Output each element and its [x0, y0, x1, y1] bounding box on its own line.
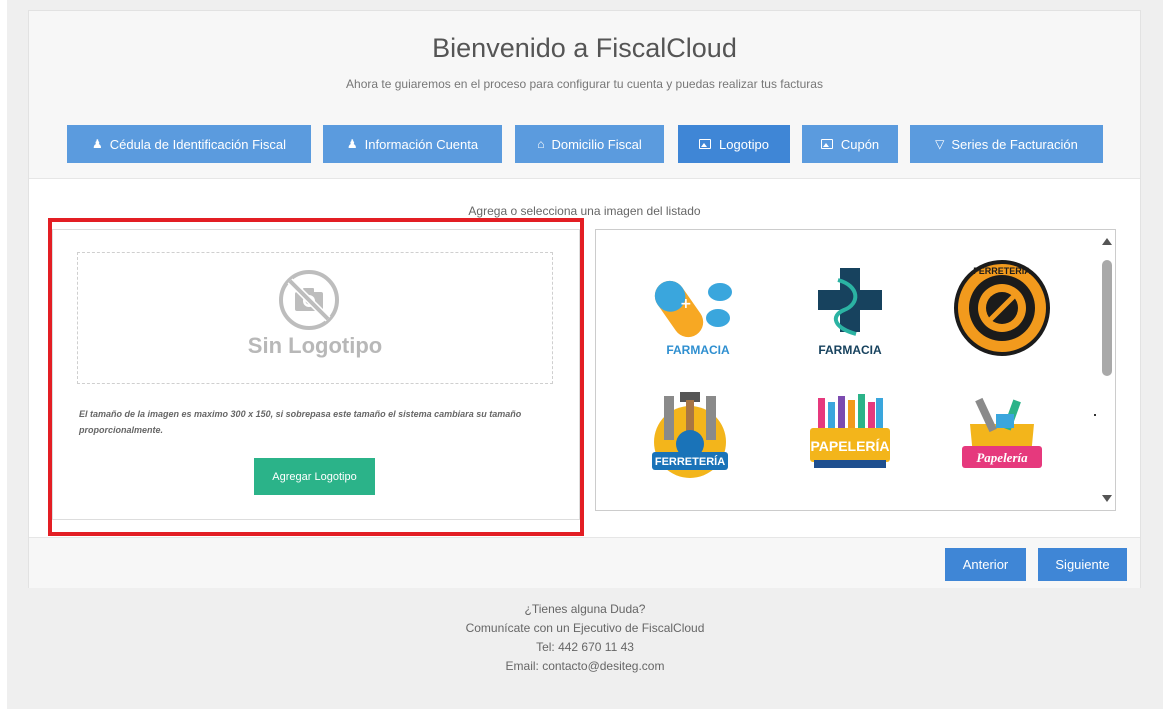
logo-option-farmacia-cross[interactable]: FARMACIA	[800, 258, 900, 358]
image-icon	[699, 139, 712, 149]
tab-logotipo[interactable]: Logotipo	[678, 125, 790, 163]
supplies-box-icon: Papelería	[962, 397, 1042, 468]
logo-option-papeleria-box[interactable]: Papelería	[952, 388, 1052, 488]
tab-label: Cédula de Identificación Fiscal	[109, 136, 287, 152]
logo-option-ferreteria-gear[interactable]: FERRETERIA	[952, 258, 1052, 358]
tab-cupon[interactable]: Cupón	[802, 125, 898, 163]
home-icon: ⌂	[537, 137, 545, 151]
pencils-icon: PAPELERÍA	[810, 394, 890, 468]
pills-icon: + FARMACIA	[654, 280, 732, 357]
instruction-text: Agrega o selecciona una imagen del lista…	[468, 204, 701, 218]
user-icon: ♟	[91, 137, 103, 151]
tab-series-facturacion[interactable]: ▽ Series de Facturación	[910, 125, 1103, 163]
gallery-scrollbar[interactable]	[1099, 230, 1115, 510]
page-background: Bienvenido a FiscalCloud Ahora te guiare…	[7, 0, 1163, 709]
tab-label: Cupón	[840, 136, 880, 152]
setup-wizard-card: Bienvenido a FiscalCloud Ahora te guiare…	[28, 10, 1141, 588]
help-contact: Comunícate con un Ejecutivo de FiscalClo…	[465, 621, 705, 635]
scroll-thumb[interactable]	[1102, 260, 1112, 376]
tab-cedula-fiscal[interactable]: ♟ Cédula de Identificación Fiscal	[67, 125, 311, 163]
tools-icon: FERRETERÍA	[652, 392, 728, 478]
wizard-footer: Anterior Siguiente	[29, 537, 1140, 588]
scroll-up-arrow-icon[interactable]	[1102, 238, 1112, 245]
tab-label: Series de Facturación	[951, 136, 1078, 152]
user-icon: ♟	[346, 137, 358, 151]
tab-label: Logotipo	[719, 136, 769, 152]
logo-option-papeleria-pencils[interactable]: PAPELERÍA	[800, 388, 900, 488]
wizard-tabs: ♟ Cédula de Identificación Fiscal ♟ Info…	[29, 125, 1140, 163]
tab-label: Domicilio Fiscal	[551, 136, 642, 152]
help-section: ¿Tienes alguna Duda? Comunícate con un E…	[7, 600, 1163, 676]
logo-label: Papelería	[976, 450, 1028, 465]
help-phone: Tel: 442 670 11 43	[536, 640, 634, 654]
logo-label: FERRETERIA	[973, 266, 1031, 276]
help-question: ¿Tienes alguna Duda?	[524, 602, 646, 616]
logo-label: FARMACIA	[818, 343, 882, 357]
tab-informacion-cuenta[interactable]: ♟ Información Cuenta	[323, 125, 502, 163]
gear-icon: FERRETERIA	[954, 260, 1050, 356]
bell-icon: ▽	[935, 137, 945, 151]
logo-label: FERRETERÍA	[655, 455, 725, 468]
logo-option-ferreteria-tools[interactable]: FERRETERÍA	[640, 388, 740, 488]
image-icon	[820, 139, 833, 149]
logo-gallery: + FARMACIA FARMACIA FERRETERIA FERRETERÍ…	[595, 229, 1116, 511]
medical-cross-icon: FARMACIA	[818, 268, 882, 357]
highlight-box	[48, 218, 584, 536]
page-title: Bienvenido a FiscalCloud	[432, 33, 737, 63]
help-email[interactable]: Email: contacto@desiteg.com	[7, 657, 1163, 676]
stray-dot	[1094, 414, 1096, 416]
next-button[interactable]: Siguiente	[1038, 548, 1127, 581]
wizard-header: Bienvenido a FiscalCloud Ahora te guiare…	[29, 11, 1140, 179]
logo-label: PAPELERÍA	[810, 438, 889, 454]
logo-option-farmacia-pills[interactable]: + FARMACIA	[648, 258, 748, 358]
tab-domicilio-fiscal[interactable]: ⌂ Domicilio Fiscal	[515, 125, 664, 163]
tab-label: Información Cuenta	[364, 136, 479, 152]
svg-text:+: +	[680, 296, 692, 312]
scroll-down-arrow-icon[interactable]	[1102, 495, 1112, 502]
logo-label: FARMACIA	[666, 343, 730, 357]
previous-button[interactable]: Anterior	[945, 548, 1026, 581]
page-subtitle: Ahora te guiaremos en el proceso para co…	[346, 77, 823, 91]
